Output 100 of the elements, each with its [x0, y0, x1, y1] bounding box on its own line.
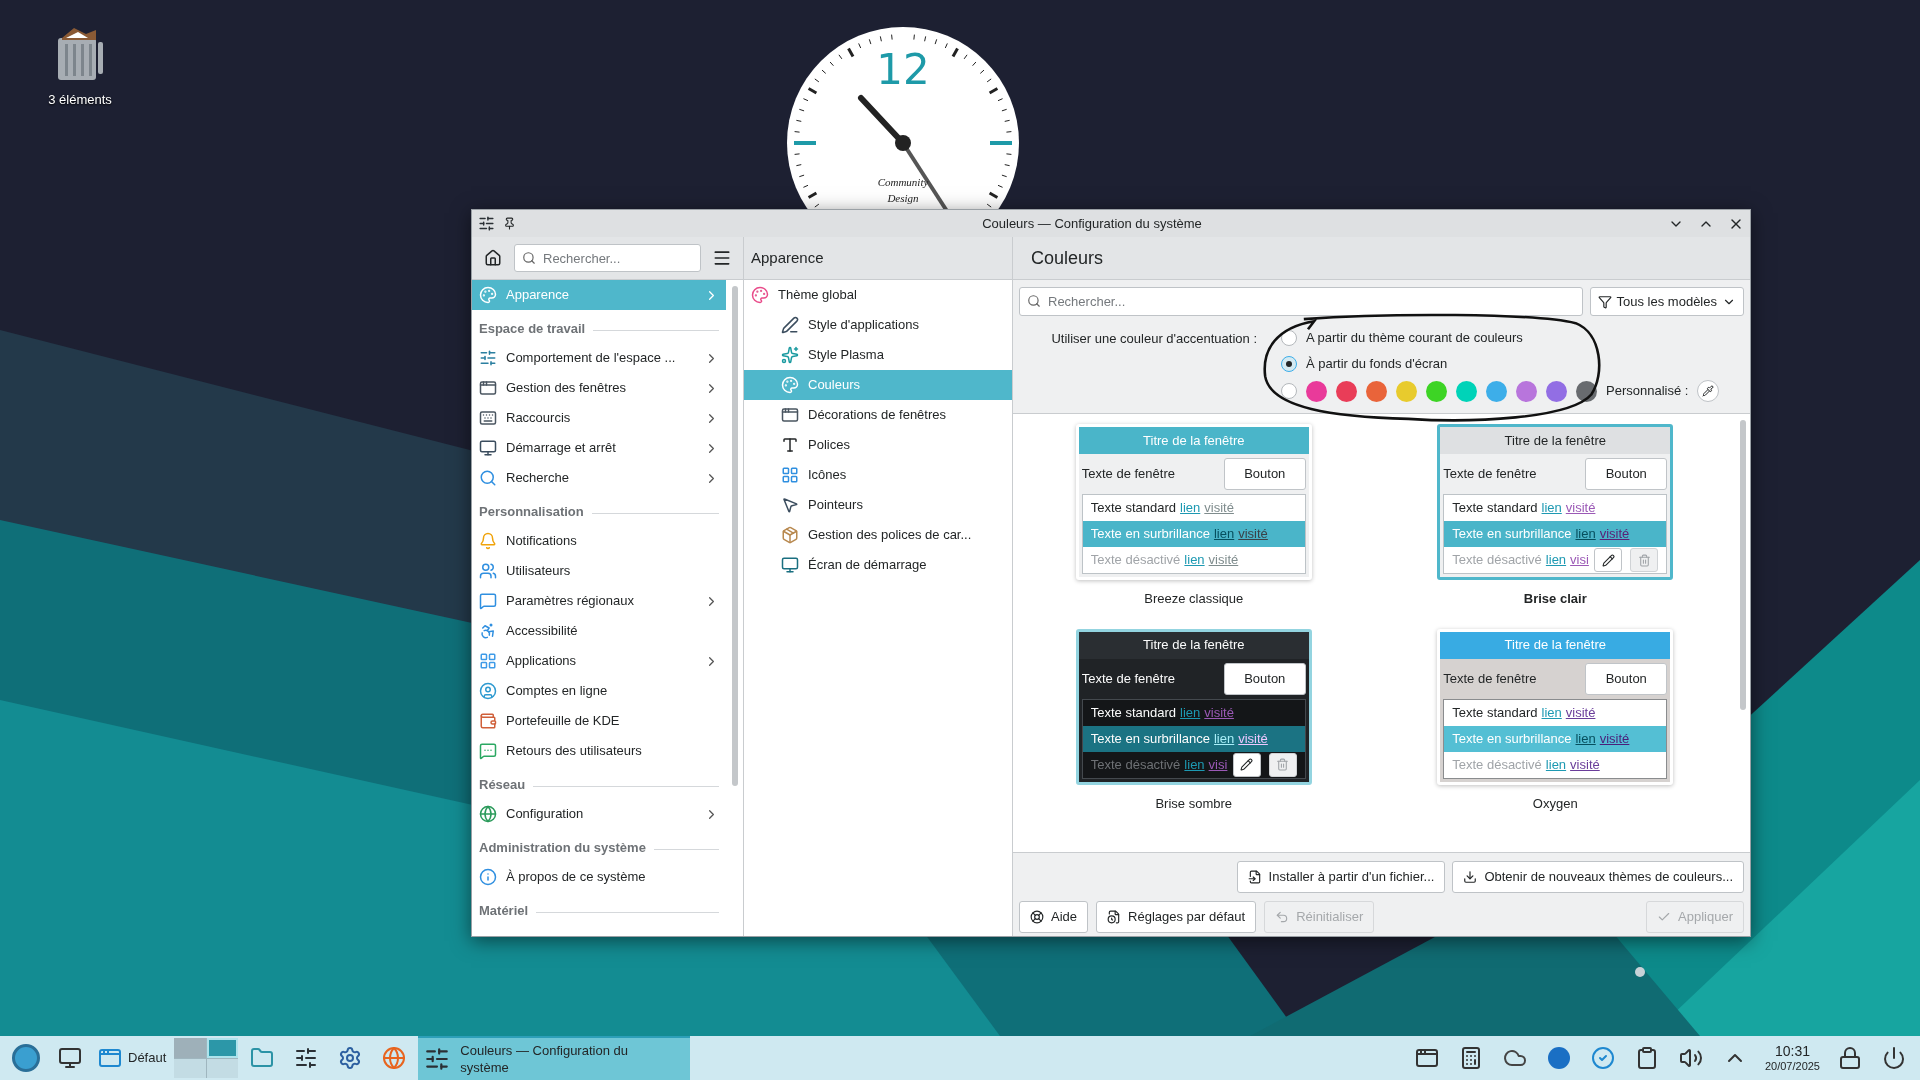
sidebar-item[interactable]: Applications — [472, 646, 726, 676]
scrollbar[interactable] — [1740, 420, 1746, 710]
category-item[interactable]: Pointeurs — [744, 490, 1012, 520]
menu-icon — [712, 248, 732, 268]
color-swatch[interactable] — [1366, 380, 1387, 402]
color-swatch[interactable] — [1306, 380, 1327, 402]
scheme-preview[interactable]: Titre de la fenêtre Texte de fenêtre Bouton Texte standard lien visité Texte en surbrillance lien visité Texte désactivé lien visi — [1075, 628, 1312, 785]
action-button[interactable]: Obtenir de nouveaux thèmes de couleurs... — [1452, 861, 1744, 893]
sidebar-item[interactable]: Accessibilité — [472, 616, 726, 646]
sidebar-item[interactable]: Configuration — [472, 799, 726, 829]
color-swatch[interactable] — [1546, 380, 1567, 402]
lifebuoy-icon — [1030, 910, 1044, 924]
scheme-preview[interactable]: Titre de la fenêtre Texte de fenêtre Bouton Texte standard lien visité Texte en surbrillance lien visité Texte désactivé lien visi — [1437, 424, 1674, 580]
preview-link: lien — [1575, 729, 1596, 748]
activity-button[interactable]: Défaut — [94, 1038, 171, 1078]
edit-button[interactable] — [1232, 752, 1261, 777]
section-heading: Administration du système — [479, 838, 646, 857]
sliders-icon — [294, 1046, 319, 1070]
category-item[interactable]: Icônes — [744, 460, 1012, 490]
clock-caption: Design — [887, 192, 919, 204]
sidebar-item[interactable]: Paramètres régionaux — [472, 586, 726, 616]
sidebar-item[interactable]: Comptes en ligne — [472, 676, 726, 706]
color-swatch[interactable] — [1396, 380, 1417, 402]
globe-icon — [479, 805, 497, 823]
clock-numeral: 12 — [876, 45, 930, 94]
grid-icon — [479, 652, 497, 670]
preview-link: lien — [1541, 499, 1562, 518]
action-button[interactable]: Réglages par défaut — [1096, 901, 1257, 933]
preview-visited-link: visité — [1208, 551, 1239, 570]
sidebar-item[interactable]: Recherche — [472, 463, 726, 493]
pin-button[interactable] — [503, 217, 516, 230]
page-title: Couleurs — [1031, 246, 1104, 270]
color-swatch[interactable] — [1456, 380, 1477, 402]
radio-button[interactable] — [1281, 383, 1297, 399]
radio-button[interactable] — [1281, 356, 1297, 372]
pencil-icon — [1240, 758, 1254, 771]
category-item[interactable]: Style d'applications — [744, 310, 1012, 340]
action-button[interactable]: Aide — [1019, 901, 1089, 933]
sidebar-item[interactable]: Utilisateurs — [472, 556, 726, 586]
color-swatch[interactable] — [1336, 380, 1357, 402]
action-button[interactable]: Installer à partir d'un fichier... — [1236, 861, 1446, 893]
search-icon — [1027, 294, 1041, 308]
color-wheel-icon — [781, 376, 799, 394]
section-heading: Espace de travail — [479, 319, 586, 338]
radio-button[interactable] — [1281, 330, 1297, 346]
undo-icon — [1275, 910, 1290, 924]
download-icon — [1463, 870, 1478, 884]
launcher-icon — [12, 1044, 40, 1072]
preview-visited-link: visité — [1204, 703, 1234, 722]
section-heading: Personnalisation — [479, 502, 584, 521]
scrollbar[interactable] — [731, 286, 738, 786]
color-swatch[interactable] — [1486, 380, 1507, 402]
chat-bubble-icon — [479, 592, 497, 610]
sidebar-item[interactable]: Démarrage et arrêt — [472, 433, 726, 463]
font-icon — [781, 436, 799, 454]
section-heading: Réseau — [479, 775, 526, 794]
task-button[interactable]: Couleurs — Configuration du système — [418, 1036, 691, 1080]
sidebar-item[interactable]: Gestion des fenêtres — [472, 373, 726, 403]
file-import-icon — [1247, 870, 1262, 884]
scheme-name: Oxygen — [1532, 794, 1578, 813]
preview-titlebar: Titre de la fenêtre — [1078, 427, 1309, 454]
edit-button[interactable] — [1594, 548, 1623, 572]
eyedropper-button[interactable] — [1697, 380, 1720, 402]
category-item[interactable]: Thème global — [744, 280, 1012, 310]
clock-button[interactable]: 10:31 20/07/2025 — [1758, 1043, 1826, 1073]
preview-titlebar: Titre de la fenêtre — [1440, 631, 1671, 659]
sidebar-item[interactable]: Notifications — [472, 526, 726, 556]
filter-dropdown[interactable]: Tous les modèles — [1589, 287, 1744, 316]
sidebar-item[interactable]: Comportement de l'espace ... — [472, 343, 726, 373]
preview-button: Bouton — [1585, 662, 1668, 695]
category-item[interactable]: Style Plasma — [744, 340, 1012, 370]
preview-text: Texte standard — [1090, 703, 1177, 722]
radio-label: A partir du thème courant de couleurs — [1306, 329, 1523, 348]
color-swatch[interactable] — [1516, 380, 1537, 402]
color-swatch[interactable] — [1426, 380, 1447, 402]
delete-button[interactable] — [1268, 752, 1297, 777]
folder-icon — [250, 1046, 275, 1070]
speaker-icon — [1678, 1046, 1703, 1070]
preview-link: lien — [1184, 755, 1205, 774]
sidebar-item[interactable]: Portefeuille de KDE — [472, 706, 726, 736]
search-field[interactable]: Rechercher... — [1019, 287, 1583, 316]
category-item[interactable]: Gestion des polices de car... — [744, 520, 1012, 550]
eyedropper-icon — [1702, 385, 1715, 397]
search-icon — [479, 469, 497, 487]
custom-color-label: Personnalisé : — [1606, 382, 1689, 401]
category-item[interactable]: Décorations de fenêtres — [744, 400, 1012, 430]
keyboard-icon — [479, 409, 497, 427]
preview-text: Texte désactivé — [1090, 755, 1181, 774]
sidebar-item[interactable]: À propos de ce système — [472, 862, 726, 892]
sidebar-item[interactable]: Retours des utilisateurs — [472, 736, 726, 766]
palette-icon — [751, 286, 769, 304]
lock-icon — [1838, 1046, 1862, 1070]
search-field[interactable]: Rechercher... — [514, 244, 701, 272]
category-item[interactable]: Écran de démarrage — [744, 550, 1012, 580]
desktop-icon-label[interactable]: 3 éléments — [48, 90, 112, 110]
trash-icon — [1276, 758, 1290, 771]
brush-icon — [781, 316, 799, 334]
category-item[interactable]: Polices — [744, 430, 1012, 460]
preview-link: lien — [1541, 703, 1562, 722]
sidebar-item[interactable]: Raccourcis — [472, 403, 726, 433]
